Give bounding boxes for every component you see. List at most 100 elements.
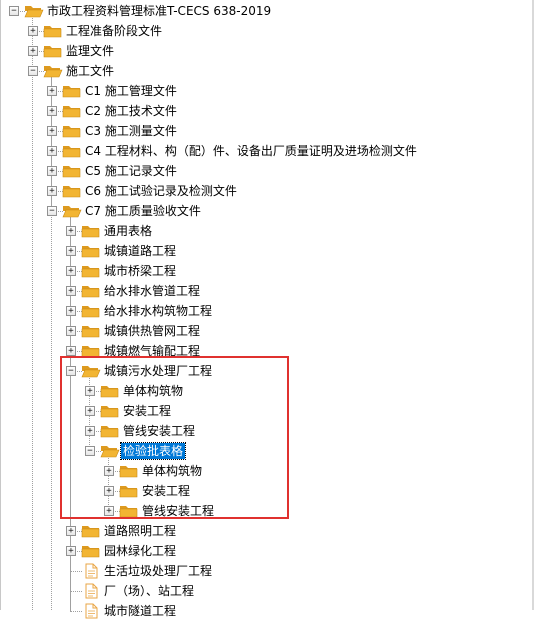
tree-folder-node[interactable]: − 市政工程资料管理标准T-CECS 638-2019: [0, 1, 532, 21]
minus-icon[interactable]: −: [85, 446, 95, 456]
plus-icon[interactable]: +: [85, 406, 95, 416]
tree-folder-node[interactable]: + 给水排水管道工程: [0, 281, 532, 301]
folder-icon: [62, 103, 82, 119]
tree-left-edge: [0, 0, 1, 610]
folder-icon: [43, 43, 63, 59]
tree-node-label: C2 施工技术文件: [85, 104, 177, 118]
tree-document-node[interactable]: 厂（场）、站工程: [0, 581, 532, 601]
document-icon: [81, 583, 101, 599]
tree-folder-node[interactable]: + 安装工程: [0, 481, 532, 501]
tree-document-node[interactable]: 生活垃圾处理厂工程: [0, 561, 532, 581]
plus-icon[interactable]: +: [104, 506, 114, 516]
tree-node-label: 施工文件: [66, 64, 115, 78]
tree-node-label: C1 施工管理文件: [85, 84, 177, 98]
plus-icon[interactable]: +: [66, 266, 76, 276]
tree-folder-node[interactable]: + 管线安装工程: [0, 421, 532, 441]
folder-icon: [81, 223, 101, 239]
folder-icon: [62, 123, 82, 139]
tree-folder-node[interactable]: + C4 工程材料、构（配）件、设备出厂质量证明及进场检测文件: [0, 141, 532, 161]
tree-folder-node[interactable]: + 通用表格: [0, 221, 532, 241]
tree-folder-node[interactable]: + 城市桥梁工程: [0, 261, 532, 281]
plus-icon[interactable]: +: [47, 166, 57, 176]
plus-icon[interactable]: +: [66, 306, 76, 316]
plus-icon[interactable]: +: [66, 326, 76, 336]
tree-folder-node[interactable]: − 检验批表格: [0, 441, 532, 461]
tree-node-label: C7 施工质量验收文件: [85, 204, 201, 218]
folder-icon: [81, 283, 101, 299]
tree-node-label: 工程准备阶段文件: [66, 24, 163, 38]
tree-folder-node[interactable]: − C7 施工质量验收文件: [0, 201, 532, 221]
folder-icon: [81, 343, 101, 359]
plus-icon[interactable]: +: [66, 546, 76, 556]
tree-folder-node[interactable]: + 监理文件: [0, 41, 532, 61]
folder-icon: [62, 203, 82, 219]
tree-node-label: 厂（场）、站工程: [104, 584, 195, 598]
tree-folder-node[interactable]: + 安装工程: [0, 401, 532, 421]
plus-icon[interactable]: +: [85, 386, 95, 396]
tree-folder-node[interactable]: + C5 施工记录文件: [0, 161, 532, 181]
tree-node-label: 道路照明工程: [104, 524, 177, 538]
document-icon: [81, 603, 101, 619]
tree-folder-node[interactable]: + 单体构筑物: [0, 461, 532, 481]
folder-icon: [62, 83, 82, 99]
tree-folder-node[interactable]: + C6 施工试验记录及检测文件: [0, 181, 532, 201]
tree-folder-node[interactable]: + 城镇供热管网工程: [0, 321, 532, 341]
tree-node-label: 城市桥梁工程: [104, 264, 177, 278]
minus-icon[interactable]: −: [28, 66, 38, 76]
tree-node-label: 生活垃圾处理厂工程: [104, 564, 213, 578]
tree-folder-node[interactable]: + 给水排水构筑物工程: [0, 301, 532, 321]
plus-icon[interactable]: +: [66, 246, 76, 256]
tree-folder-node[interactable]: − 施工文件: [0, 61, 532, 81]
plus-icon[interactable]: +: [47, 186, 57, 196]
minus-icon[interactable]: −: [47, 206, 57, 216]
folder-icon: [62, 143, 82, 159]
folder-icon: [62, 163, 82, 179]
plus-icon[interactable]: +: [66, 286, 76, 296]
tree-folder-node[interactable]: + C3 施工测量文件: [0, 121, 532, 141]
tree-node-label: 给水排水管道工程: [104, 284, 201, 298]
tree-folder-node[interactable]: + 城镇道路工程: [0, 241, 532, 261]
plus-icon[interactable]: +: [28, 26, 38, 36]
tree-folder-node[interactable]: + 管线安装工程: [0, 501, 532, 521]
tree-node-label: 检验批表格: [119, 442, 187, 460]
tree-node-label: 安装工程: [123, 404, 172, 418]
minus-icon[interactable]: −: [66, 366, 76, 376]
tree-node-label: C5 施工记录文件: [85, 164, 177, 178]
tree-node-label: 园林绿化工程: [104, 544, 177, 558]
tree-folder-node[interactable]: − 城镇污水处理厂工程: [0, 361, 532, 381]
plus-icon[interactable]: +: [85, 426, 95, 436]
plus-icon[interactable]: +: [47, 86, 57, 96]
plus-icon[interactable]: +: [28, 46, 38, 56]
tree-folder-node[interactable]: + C2 施工技术文件: [0, 101, 532, 121]
plus-icon[interactable]: +: [66, 346, 76, 356]
file-tree: − 市政工程资料管理标准T-CECS 638-2019 + 工程准备阶段文件 + 监理文件…: [0, 0, 532, 619]
tree-folder-node[interactable]: + 园林绿化工程: [0, 541, 532, 561]
tree-node-label: C4 工程材料、构（配）件、设备出厂质量证明及进场检测文件: [85, 144, 417, 158]
folder-icon: [100, 403, 120, 419]
tree-folder-node[interactable]: + 城镇燃气输配工程: [0, 341, 532, 361]
plus-icon[interactable]: +: [47, 146, 57, 156]
minus-icon[interactable]: −: [9, 6, 19, 16]
plus-icon[interactable]: +: [66, 226, 76, 236]
tree-node-label: 城镇道路工程: [104, 244, 177, 258]
tree-folder-node[interactable]: + 工程准备阶段文件: [0, 21, 532, 41]
tree-node-label: 城市隧道工程: [104, 604, 177, 618]
tree-folder-node[interactable]: + C1 施工管理文件: [0, 81, 532, 101]
tree-folder-node[interactable]: + 道路照明工程: [0, 521, 532, 541]
tree-document-node[interactable]: 城市隧道工程: [0, 601, 532, 621]
tree-node-label: 安装工程: [142, 484, 191, 498]
plus-icon[interactable]: +: [66, 526, 76, 536]
folder-icon: [100, 383, 120, 399]
folder-icon: [81, 363, 101, 379]
folder-icon: [100, 423, 120, 439]
tree-node-label: 单体构筑物: [123, 384, 184, 398]
folder-icon: [43, 23, 63, 39]
tree-node-label: 城镇污水处理厂工程: [104, 364, 213, 378]
plus-icon[interactable]: +: [47, 106, 57, 116]
tree-folder-node[interactable]: + 单体构筑物: [0, 381, 532, 401]
plus-icon[interactable]: +: [104, 466, 114, 476]
tree-node-label: 单体构筑物: [142, 464, 203, 478]
plus-icon[interactable]: +: [104, 486, 114, 496]
plus-icon[interactable]: +: [47, 126, 57, 136]
tree-node-label: 通用表格: [104, 224, 153, 238]
